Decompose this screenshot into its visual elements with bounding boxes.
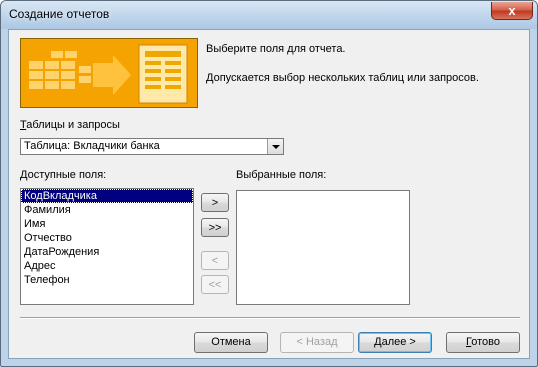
tables-combobox[interactable]: Таблица: Вкладчики банка xyxy=(20,138,284,155)
remove-all-fields-button[interactable]: << xyxy=(201,275,229,294)
tables-combobox-value: Таблица: Вкладчики банка xyxy=(24,140,160,152)
cancel-button[interactable]: Отмена xyxy=(194,332,268,353)
selected-fields-label: Выбранные поля: xyxy=(236,169,327,181)
list-item[interactable]: Адрес xyxy=(21,259,193,273)
list-item[interactable]: КодВкладчика xyxy=(21,189,193,203)
wizard-banner-image xyxy=(20,38,198,108)
list-item[interactable]: Телефон xyxy=(21,273,193,287)
add-all-fields-button[interactable]: >> xyxy=(201,218,229,237)
selected-fields-list[interactable] xyxy=(236,190,410,305)
intro-text-1: Выберите поля для отчета. xyxy=(206,43,346,55)
close-button[interactable]: x xyxy=(491,2,533,20)
list-item[interactable]: Фамилия xyxy=(21,203,193,217)
next-button[interactable]: Далее > xyxy=(358,332,432,353)
available-fields-label: Доступные поля: xyxy=(20,169,107,181)
list-item[interactable]: Имя xyxy=(21,217,193,231)
report-wizard-window: Создание отчетов x Выберите поля для отч… xyxy=(0,0,538,367)
finish-button[interactable]: Готово xyxy=(446,332,520,353)
list-item[interactable]: ДатаРождения xyxy=(21,245,193,259)
add-field-button[interactable]: > xyxy=(201,193,229,212)
wizard-client-area: Выберите поля для отчета. Допускается вы… xyxy=(8,29,530,359)
tables-label: Таблицы и запросы xyxy=(20,119,120,131)
title-bar[interactable]: Создание отчетов x xyxy=(1,1,537,29)
chevron-down-icon[interactable] xyxy=(267,139,283,154)
list-item[interactable]: Отчество xyxy=(21,231,193,245)
back-button[interactable]: < Назад xyxy=(280,332,354,353)
footer-divider xyxy=(20,317,520,319)
intro-text-2: Допускается выбор нескольких таблиц или … xyxy=(206,72,479,84)
window-title: Создание отчетов xyxy=(9,7,110,21)
remove-field-button[interactable]: < xyxy=(201,251,229,270)
available-fields-list[interactable]: КодВкладчика Фамилия Имя Отчество ДатаРо… xyxy=(20,188,194,305)
